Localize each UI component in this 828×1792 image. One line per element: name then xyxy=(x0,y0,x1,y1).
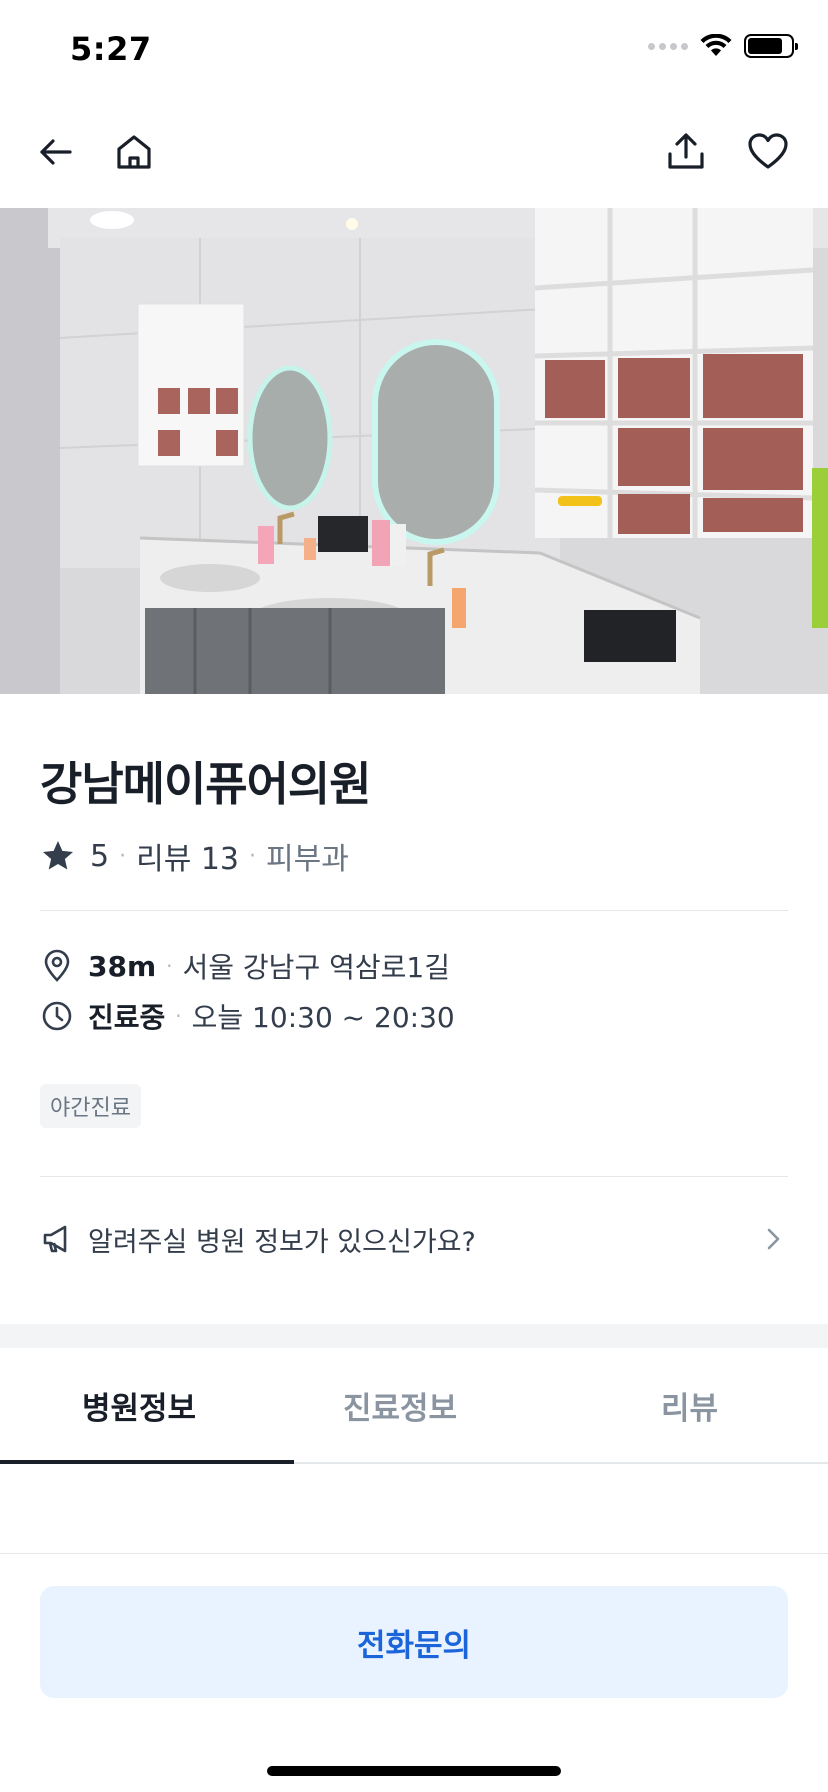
night-clinic-tag: 야간진료 xyxy=(40,1084,141,1128)
star-icon xyxy=(43,841,73,870)
cellular-signal-icon xyxy=(648,42,688,50)
battery-icon xyxy=(744,34,798,58)
department-label: 피부과 xyxy=(266,842,349,877)
call-inquiry-button[interactable]: 전화문의 xyxy=(40,1586,788,1698)
status-time: 5:27 xyxy=(70,30,152,68)
home-icon xyxy=(117,135,151,169)
distance-label: 38m xyxy=(88,949,157,983)
location-pin-icon xyxy=(44,949,70,982)
home-button[interactable] xyxy=(110,128,158,176)
back-button[interactable] xyxy=(32,128,80,176)
rating-row: 5 · 리뷰 13 · 피부과 xyxy=(40,834,349,878)
clock-icon xyxy=(42,1001,72,1031)
tab-reviews[interactable]: 리뷰 xyxy=(506,1348,828,1462)
report-info-label: 알려주실 병원 정보가 있으신가요? xyxy=(88,1226,476,1258)
divider xyxy=(40,1176,788,1177)
share-icon xyxy=(668,133,704,169)
heart-icon xyxy=(748,133,788,169)
tab-bar: 병원정보 진료정보 리뷰 xyxy=(0,1348,828,1464)
home-indicator xyxy=(267,1766,561,1776)
today-hours-label: 오늘 10:30 ~ 20:30 xyxy=(191,1001,455,1034)
divider xyxy=(40,910,788,911)
clinic-interior-image xyxy=(0,208,828,694)
tab-clinic-info[interactable]: 병원정보 xyxy=(0,1348,294,1464)
divider xyxy=(0,1553,828,1554)
location-row[interactable]: 38m · 서울 강남구 역삼로1길 xyxy=(40,946,450,986)
clinic-photo[interactable] xyxy=(0,208,828,694)
hours-row[interactable]: 진료중 · 오늘 10:30 ~ 20:30 xyxy=(40,996,455,1036)
report-info-link[interactable]: 알려주실 병원 정보가 있으신가요? xyxy=(40,1214,788,1264)
status-icons xyxy=(648,34,798,58)
clinic-name: 강남메이퓨어의원 xyxy=(40,757,372,811)
megaphone-icon xyxy=(43,1225,67,1253)
status-bar: 5:27 xyxy=(0,0,828,100)
arrow-left-icon xyxy=(40,139,72,165)
share-button[interactable] xyxy=(662,128,710,176)
address-label: 서울 강남구 역삼로1길 xyxy=(182,951,450,984)
chevron-right-icon xyxy=(767,1228,780,1250)
section-separator xyxy=(0,1324,828,1348)
tab-treatment-info[interactable]: 진료정보 xyxy=(294,1348,506,1462)
rating-value: 5 xyxy=(90,838,110,874)
favorite-button[interactable] xyxy=(744,128,792,176)
wifi-icon xyxy=(700,34,732,56)
open-status-label: 진료중 xyxy=(88,1001,166,1034)
review-count-link[interactable]: 리뷰 13 xyxy=(136,834,239,878)
nav-bar xyxy=(0,110,828,190)
